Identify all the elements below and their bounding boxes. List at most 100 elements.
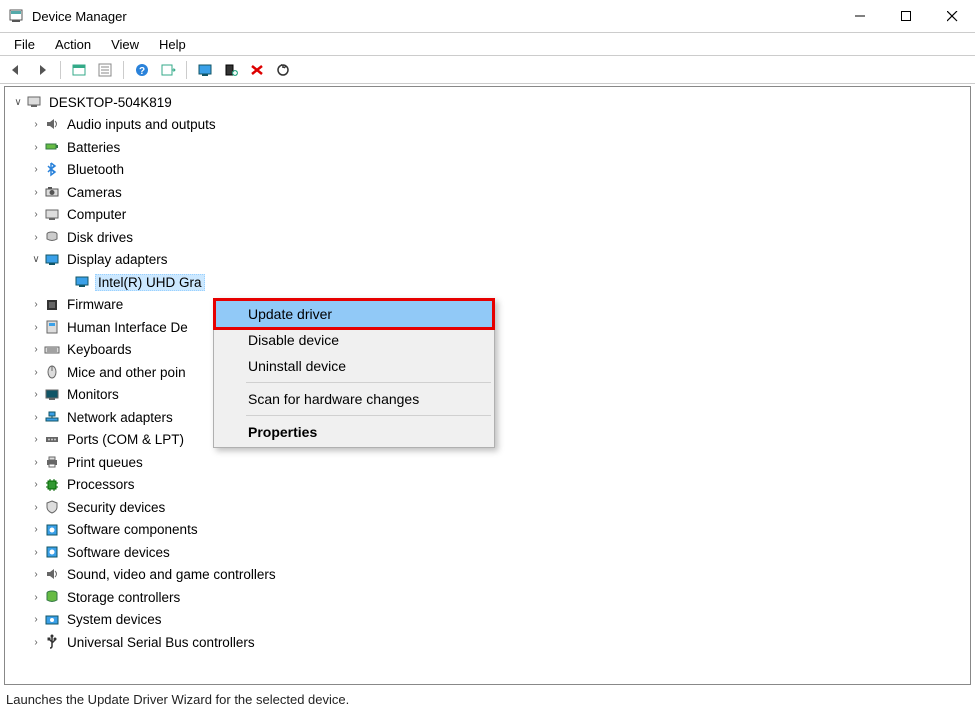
scan-icon[interactable]: [156, 59, 180, 81]
tree-category[interactable]: ›Computer: [11, 204, 964, 227]
tree-category[interactable]: › Security devices: [11, 496, 964, 519]
tree-category-label: Human Interface De: [65, 320, 190, 335]
context-menu-item-uninstall-device[interactable]: Uninstall device: [216, 353, 492, 379]
expand-icon[interactable]: ›: [29, 209, 43, 220]
expand-icon[interactable]: ›: [29, 367, 43, 378]
context-menu-item-update-driver[interactable]: Update driver: [213, 298, 495, 330]
expand-icon[interactable]: ›: [29, 637, 43, 648]
expand-icon[interactable]: ›: [29, 502, 43, 513]
expand-icon[interactable]: ›: [29, 119, 43, 130]
context-menu-item-scan-for-hardware-changes[interactable]: Scan for hardware changes: [216, 386, 492, 412]
tree-device[interactable]: Intel(R) UHD Gra: [11, 271, 964, 294]
display-icon: [43, 252, 61, 268]
expand-icon[interactable]: ›: [29, 479, 43, 490]
expand-icon[interactable]: ›: [29, 524, 43, 535]
tree-category-label: Ports (COM & LPT): [65, 432, 186, 447]
tree-category[interactable]: › Storage controllers: [11, 586, 964, 609]
expand-icon[interactable]: ›: [29, 232, 43, 243]
menu-view[interactable]: View: [103, 35, 147, 54]
tree-category[interactable]: ›Disk drives: [11, 226, 964, 249]
security-icon: [43, 499, 61, 515]
toolbar-separator: [60, 61, 61, 79]
tree-category-label: System devices: [65, 612, 164, 627]
tree-category-label: Processors: [65, 477, 137, 492]
expand-icon[interactable]: ›: [29, 547, 43, 558]
expand-icon[interactable]: ›: [29, 434, 43, 445]
tree-category[interactable]: ∨Display adapters: [11, 249, 964, 272]
expand-icon[interactable]: ›: [29, 412, 43, 423]
tree-category-label: Sound, video and game controllers: [65, 567, 278, 582]
tree-category-label: Keyboards: [65, 342, 134, 357]
tree-category[interactable]: ›Cameras: [11, 181, 964, 204]
tree-category-label: Audio inputs and outputs: [65, 117, 218, 132]
add-legacy-icon[interactable]: [219, 59, 243, 81]
show-hidden-icon[interactable]: [67, 59, 91, 81]
toolbar-separator: [123, 61, 124, 79]
menu-help[interactable]: Help: [151, 35, 194, 54]
window-title: Device Manager: [32, 9, 837, 24]
display-icon: [73, 274, 91, 290]
tree-category[interactable]: › Processors: [11, 474, 964, 497]
tree-category-label: Bluetooth: [65, 162, 126, 177]
expand-icon[interactable]: ∨: [11, 97, 25, 108]
printer-icon: [43, 454, 61, 470]
maximize-button[interactable]: [883, 0, 929, 32]
tree-category-label: Mice and other poin: [65, 365, 188, 380]
tree-category-label: Universal Serial Bus controllers: [65, 635, 257, 650]
scan-hardware-icon[interactable]: [271, 59, 295, 81]
tree-category[interactable]: ›Software devices: [11, 541, 964, 564]
collapse-icon[interactable]: ∨: [29, 254, 43, 265]
tree-category[interactable]: › Sound, video and game controllers: [11, 564, 964, 587]
tree-root[interactable]: ∨DESKTOP-504K819: [11, 91, 964, 114]
expand-icon[interactable]: ›: [29, 299, 43, 310]
tree-category[interactable]: › Batteries: [11, 136, 964, 159]
menubar: File Action View Help: [0, 32, 975, 56]
expand-icon[interactable]: ›: [29, 569, 43, 580]
battery-icon: [43, 139, 61, 155]
menu-file[interactable]: File: [6, 35, 43, 54]
expand-icon[interactable]: ›: [29, 389, 43, 400]
statusbar: Launches the Update Driver Wizard for th…: [0, 689, 975, 713]
tree-category-label: Storage controllers: [65, 590, 182, 605]
uninstall-icon[interactable]: [245, 59, 269, 81]
toolbar: ?: [0, 56, 975, 84]
expand-icon[interactable]: ›: [29, 344, 43, 355]
tree-category-label: Batteries: [65, 140, 122, 155]
speaker-icon: [43, 117, 61, 133]
context-menu-separator: [246, 382, 491, 383]
tree-category[interactable]: › Audio inputs and outputs: [11, 114, 964, 137]
tree-category[interactable]: ›Software components: [11, 519, 964, 542]
expand-icon[interactable]: ›: [29, 164, 43, 175]
nav-forward-icon[interactable]: [30, 59, 54, 81]
properties-icon[interactable]: [93, 59, 117, 81]
minimize-button[interactable]: [837, 0, 883, 32]
context-menu-item-disable-device[interactable]: Disable device: [216, 327, 492, 353]
bluetooth-icon: [43, 162, 61, 178]
nav-back-icon[interactable]: [4, 59, 28, 81]
expand-icon[interactable]: ›: [29, 457, 43, 468]
tree-category[interactable]: › System devices: [11, 609, 964, 632]
context-menu-item-properties[interactable]: Properties: [216, 419, 492, 445]
close-button[interactable]: [929, 0, 975, 32]
toolbar-separator: [186, 61, 187, 79]
menu-action[interactable]: Action: [47, 35, 99, 54]
help-icon[interactable]: ?: [130, 59, 154, 81]
tree-category-label: Security devices: [65, 500, 167, 515]
expand-icon[interactable]: ›: [29, 187, 43, 198]
tree-category-label: Network adapters: [65, 410, 175, 425]
keyboard-icon: [43, 342, 61, 358]
network-icon: [43, 409, 61, 425]
tree-category[interactable]: › Universal Serial Bus controllers: [11, 631, 964, 654]
enable-device-icon[interactable]: [193, 59, 217, 81]
expand-icon[interactable]: ›: [29, 614, 43, 625]
window-controls: [837, 0, 975, 32]
expand-icon[interactable]: ›: [29, 592, 43, 603]
tree-category[interactable]: ›Print queues: [11, 451, 964, 474]
expand-icon[interactable]: ›: [29, 322, 43, 333]
storage-icon: [43, 589, 61, 605]
context-menu-separator: [246, 415, 491, 416]
software-icon: [43, 522, 61, 538]
expand-icon[interactable]: ›: [29, 142, 43, 153]
computer-icon: [25, 94, 43, 110]
tree-category[interactable]: › Bluetooth: [11, 159, 964, 182]
